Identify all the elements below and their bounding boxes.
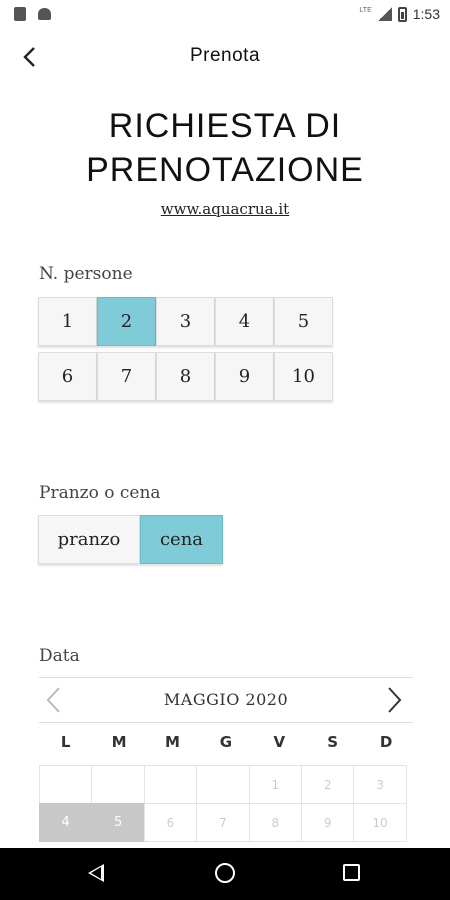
calendar-week: 4 5 6 7 8 9 10	[39, 803, 413, 842]
persons-label: N. persone	[39, 264, 133, 284]
calendar-day[interactable]: 3	[353, 765, 407, 804]
date-label: Data	[39, 646, 80, 666]
headline-line-2: PRENOTAZIONE	[86, 151, 364, 189]
calendar-day-past: 5	[91, 803, 145, 842]
status-bar: LTE 1:53	[0, 0, 450, 30]
app-bar: Prenota	[0, 30, 450, 86]
persons-option-7[interactable]: 7	[97, 352, 156, 401]
calendar-month: MAGGIO 2020	[163, 690, 289, 709]
meal-toggle: pranzo cena	[38, 515, 223, 564]
weekday-label: D	[379, 733, 393, 751]
weekday-label: M	[111, 733, 127, 751]
calendar-day[interactable]: 8	[248, 803, 302, 842]
nav-recents-icon[interactable]	[343, 864, 360, 881]
status-time: 1:53	[412, 6, 440, 22]
calendar-day[interactable]: 7	[196, 803, 250, 842]
weekday-label: V	[273, 733, 286, 751]
persons-option-3[interactable]: 3	[156, 297, 215, 346]
calendar-day-empty	[196, 765, 250, 804]
calendar-day-past: 4	[39, 803, 93, 842]
persons-row: 1 2 3 4 5	[38, 297, 334, 346]
calendar-header: MAGGIO 2020	[39, 677, 413, 723]
calendar-day-empty	[91, 765, 145, 804]
persons-option-10[interactable]: 10	[274, 352, 333, 401]
calendar-day[interactable]: 2	[300, 765, 355, 804]
headline: RICHIESTA DI PRENOTAZIONE	[0, 104, 450, 192]
persons-option-5[interactable]: 5	[274, 297, 333, 346]
persons-option-1[interactable]: 1	[38, 297, 97, 346]
lunch-button[interactable]: pranzo	[38, 515, 140, 564]
signal-icon	[377, 7, 392, 21]
chevron-right-icon[interactable]	[387, 686, 407, 714]
weekday-label: S	[327, 733, 339, 751]
calendar-day[interactable]: 1	[248, 765, 302, 804]
weekday-label: G	[219, 733, 233, 751]
network-type: LTE	[359, 6, 372, 14]
persons-row: 6 7 8 9 10	[38, 352, 334, 401]
calendar-day-empty	[143, 765, 198, 804]
nav-back-icon[interactable]	[88, 864, 104, 882]
website-link[interactable]: www.aquacrua.it	[0, 200, 450, 218]
weekday-label: L	[60, 733, 71, 751]
android-icon	[38, 8, 51, 20]
sd-card-icon	[14, 7, 26, 21]
headline-line-1: RICHIESTA DI	[108, 107, 342, 145]
page-title: Prenota	[189, 45, 261, 66]
persons-grid: 1 2 3 4 5 6 7 8 9 10	[38, 297, 334, 401]
persons-option-2[interactable]: 2	[97, 297, 156, 346]
calendar-day-empty	[39, 765, 93, 804]
persons-option-9[interactable]: 9	[215, 352, 274, 401]
meal-label: Pranzo o cena	[39, 483, 161, 503]
calendar-day[interactable]: 6	[143, 803, 198, 842]
calendar-grid: 1 2 3 4 5 6 7 8 9 10	[39, 765, 413, 842]
persons-option-8[interactable]: 8	[156, 352, 215, 401]
nav-home-icon[interactable]	[215, 863, 235, 883]
persons-option-6[interactable]: 6	[38, 352, 97, 401]
dinner-button[interactable]: cena	[140, 515, 223, 564]
battery-icon	[397, 6, 407, 22]
weekday-label: M	[165, 733, 180, 751]
system-nav-bar	[0, 848, 450, 900]
persons-option-4[interactable]: 4	[215, 297, 274, 346]
calendar-week: 1 2 3	[39, 765, 413, 804]
calendar-day[interactable]: 9	[300, 803, 355, 842]
calendar-weekdays: L M M G V S D	[39, 733, 413, 751]
calendar-day[interactable]: 10	[353, 803, 407, 842]
